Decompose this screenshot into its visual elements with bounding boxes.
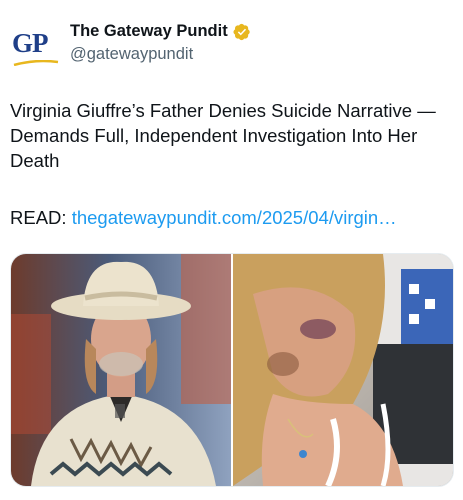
bruised-woman-hospital-photo[interactable] <box>233 254 453 486</box>
verified-badge-icon[interactable] <box>233 23 251 41</box>
display-name[interactable]: The Gateway Pundit <box>70 22 228 41</box>
tweet-text: Virginia Giuffre’s Father Denies Suicide… <box>10 100 436 171</box>
avatar-logo-text: GP <box>12 28 48 58</box>
article-link[interactable]: thegatewaypundit.com/2025/04/virgin… <box>72 207 397 228</box>
account-handle[interactable]: @gatewaypundit <box>70 45 193 64</box>
logo-swoosh <box>13 60 59 66</box>
avatar[interactable]: GP <box>10 22 62 74</box>
read-line: READ: thegatewaypundit.com/2025/04/virgi… <box>10 205 455 230</box>
man-in-cowboy-hat-photo[interactable] <box>11 254 231 486</box>
account-name-row: The Gateway Pundit <box>70 22 251 41</box>
read-prefix: READ: <box>10 207 72 228</box>
media-grid <box>10 253 454 487</box>
